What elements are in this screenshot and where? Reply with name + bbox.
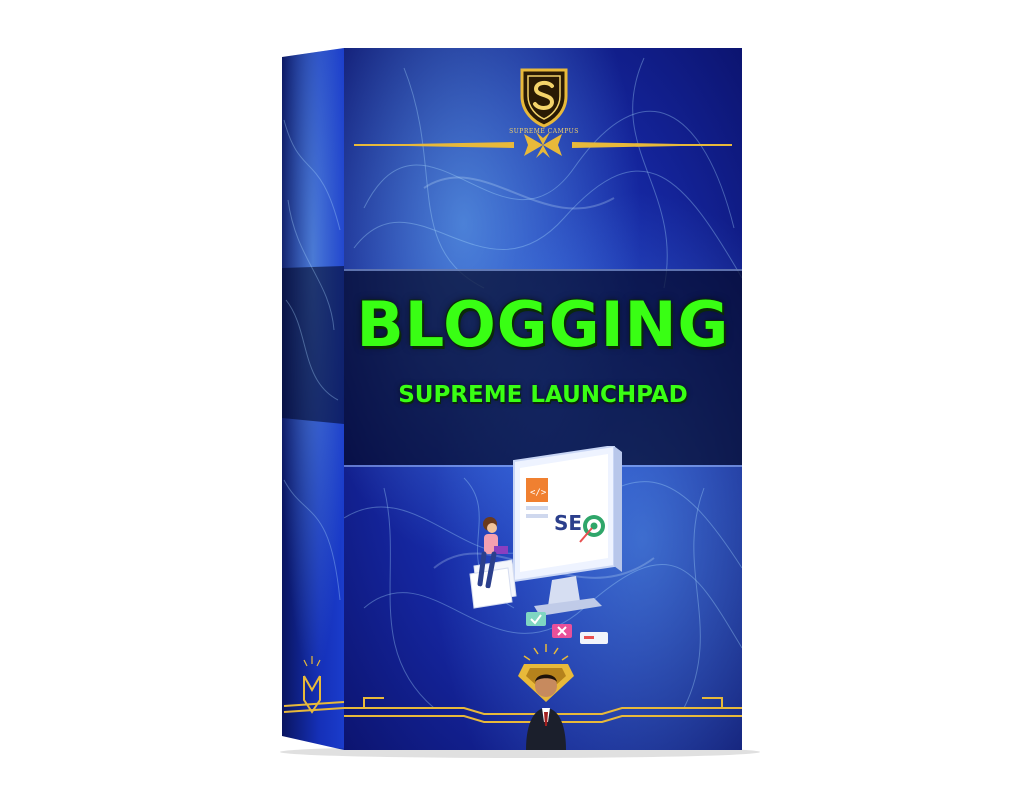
svg-text:SE: SE: [554, 511, 582, 535]
author-portrait-icon: [518, 644, 574, 750]
shield-s-logo-icon: [520, 68, 568, 128]
svg-text:</>: </>: [530, 488, 547, 498]
product-box-stage: SUPREME CAMPUS BLOGGING SUPREME LAUNCHPA…: [0, 0, 1024, 796]
product-title: BLOGGING: [356, 288, 730, 361]
gold-divider-ornament-icon: [354, 132, 732, 158]
seo-computer-illustration-icon: </> SE: [469, 446, 622, 644]
title-band-top-line: [344, 269, 742, 271]
box-front: SUPREME CAMPUS BLOGGING SUPREME LAUNCHPA…: [344, 48, 742, 750]
product-subtitle: SUPREME LAUNCHPAD: [398, 382, 688, 408]
